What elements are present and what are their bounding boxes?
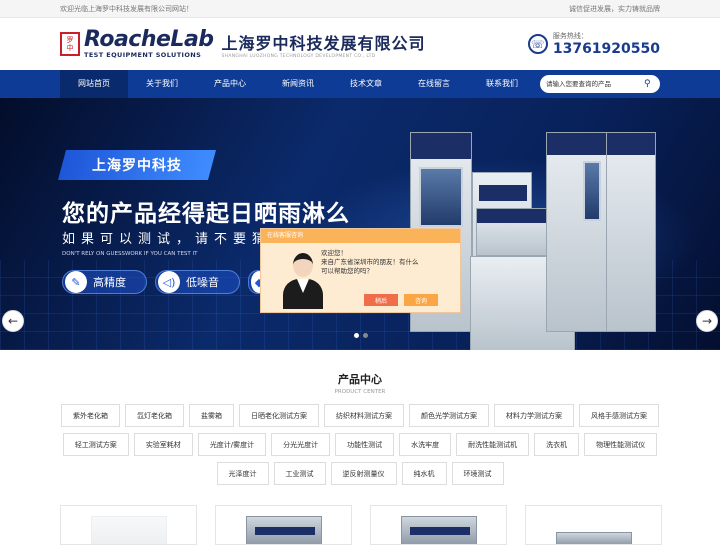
nav-item-contact[interactable]: 联系我们 — [468, 70, 536, 98]
hotline: ☏ 服务热线： 13761920550 — [527, 31, 660, 57]
product-tag[interactable]: 工业测试 — [273, 462, 326, 485]
feature-precision: ✎ 高精度 — [62, 270, 147, 294]
main-nav: 网站首页 关于我们 产品中心 新闻资讯 技术文章 在线留言 联系我们 ⚲ — [0, 70, 720, 98]
hotline-label: 服务热线： — [552, 32, 588, 40]
product-center-title: 产品中心 — [338, 373, 382, 386]
banner-english: DON'T RELY ON GUESSWORK IF YOU CAN TEST … — [62, 251, 198, 257]
product-tag[interactable]: 环境测试 — [451, 462, 504, 485]
product-card[interactable] — [525, 505, 662, 545]
product-tag[interactable]: 纯水机 — [401, 462, 447, 485]
product-tag[interactable]: 日晒老化测试方案 — [239, 404, 319, 427]
product-tag[interactable]: 光泽度计 — [216, 462, 269, 485]
product-tag[interactable]: 耐洗性能测试机 — [456, 433, 530, 456]
product-card[interactable] — [370, 505, 507, 545]
tag-row: 紫外老化箱 氙灯老化箱 盐雾箱 日晒老化测试方案 纺织材料测试方案 颜色光学测试方案 材料力… — [0, 404, 720, 427]
product-tag[interactable]: 轻工测试方案 — [62, 433, 129, 456]
search-box: ⚲ — [540, 75, 660, 93]
feature-label: 低噪音 — [186, 276, 219, 289]
chat-consult-button[interactable]: 咨询 — [404, 294, 438, 306]
product-tag[interactable]: 分光光度计 — [271, 433, 331, 456]
machine-image-5 — [546, 132, 608, 332]
hotline-number: 13761920550 — [552, 41, 660, 57]
agent-avatar — [279, 247, 327, 311]
banner-tag-text: 上海罗中科技 — [92, 158, 182, 174]
banner-tag: 上海罗中科技 — [57, 150, 217, 180]
chat-line-2: 可以帮助您的吗？ — [321, 267, 373, 275]
product-tag[interactable]: 材料力学测试方案 — [494, 404, 574, 427]
tag-row: 光泽度计 工业测试 逆反射测量仪 纯水机 环境测试 — [0, 462, 720, 485]
slide-dot[interactable] — [363, 333, 368, 338]
chat-message: 欢迎您！ 来自广东省深圳市的朋友！有什么 可以帮助您的吗？ — [321, 249, 451, 276]
search-input[interactable] — [546, 80, 644, 88]
feature-label: 高精度 — [93, 276, 126, 289]
phone-icon: ☏ — [527, 34, 548, 54]
slogan-text: 诚信促进发展，实力铸就品牌 — [569, 4, 660, 13]
next-slide-icon[interactable]: → — [696, 310, 718, 332]
product-tag[interactable]: 光度计/雾度计 — [197, 433, 267, 456]
seal-logo-icon: 罗中 — [60, 32, 80, 56]
product-tag[interactable]: 洗衣机 — [534, 433, 580, 456]
product-tag[interactable]: 颜色光学测试方案 — [409, 404, 489, 427]
site-header: 罗中 RoacheLab TEST EQUIPMENT SOLUTIONS 上海… — [0, 18, 720, 70]
slide-dot[interactable] — [354, 333, 359, 338]
product-tag[interactable]: 紫外老化箱 — [61, 404, 120, 427]
brand-name: RoacheLab — [84, 27, 214, 52]
feature-low-noise: ◁) 低噪音 — [155, 270, 240, 294]
tag-row: 轻工测试方案 实验室耗材 光度计/雾度计 分光光度计 功能性测试 水洗牢度 耐洗性能测试机洗… — [0, 433, 720, 456]
product-cards — [60, 505, 662, 545]
product-tag[interactable]: 实验室耗材 — [133, 433, 193, 456]
product-card[interactable] — [60, 505, 197, 545]
product-tag[interactable]: 纺织材料测试方案 — [324, 404, 404, 427]
search-icon[interactable]: ⚲ — [644, 79, 654, 89]
prev-slide-icon[interactable]: ← — [2, 310, 24, 332]
nav-item-news[interactable]: 新闻资讯 — [264, 70, 332, 98]
product-tag[interactable]: 氙灯老化箱 — [125, 404, 184, 427]
chat-greeting: 欢迎您！ — [321, 249, 347, 257]
nav-item-message[interactable]: 在线留言 — [400, 70, 468, 98]
product-tag[interactable]: 水洗牢度 — [399, 433, 452, 456]
top-bar: 欢迎光临上海罗中科技发展有限公司网站！ 诚信促进发展，实力铸就品牌 — [0, 0, 720, 18]
speaker-icon: ◁) — [158, 271, 180, 293]
brand-subtitle: TEST EQUIPMENT SOLUTIONS — [84, 51, 202, 59]
product-tag[interactable]: 盐雾箱 — [189, 404, 234, 427]
chat-later-button[interactable]: 稍后 — [364, 294, 398, 306]
banner-subtitle: 如果可以测试，请不要猜 — [62, 232, 272, 247]
chat-header: 在线客服咨询 — [261, 229, 460, 243]
nav-item-home[interactable]: 网站首页 — [60, 70, 128, 98]
banner-title: 您的产品经得起日晒雨淋么 — [62, 201, 350, 227]
slide-dots — [354, 333, 368, 338]
chat-line-1: 来自广东省深圳市的朋友！有什么 — [321, 258, 419, 266]
chat-popup: 在线客服咨询 欢迎您！ 来自广东省深圳市的朋友！有什么 可以帮助您的吗？ 稍后 … — [260, 228, 461, 313]
company-name-en: SHANGHAI LUOZHONG TECHNOLOGY DEVELOPMENT… — [221, 53, 376, 59]
product-card[interactable] — [215, 505, 352, 545]
company-name: 上海罗中科技发展有限公司 — [221, 33, 426, 53]
nav-item-articles[interactable]: 技术文章 — [332, 70, 400, 98]
product-tag[interactable]: 风格手感测试方案 — [579, 404, 659, 427]
welcome-text: 欢迎光临上海罗中科技发展有限公司网站！ — [60, 4, 193, 13]
machine-image-6 — [606, 132, 656, 332]
product-tags: 紫外老化箱 氙灯老化箱 盐雾箱 日晒老化测试方案 纺织材料测试方案 颜色光学测试方案 材料力… — [0, 404, 720, 491]
machine-image-3 — [476, 208, 556, 256]
logo[interactable]: 罗中 RoacheLab TEST EQUIPMENT SOLUTIONS 上海… — [60, 29, 426, 59]
product-tag[interactable]: 功能性测试 — [335, 433, 395, 456]
nav-item-about[interactable]: 关于我们 — [128, 70, 196, 98]
product-center-subtitle: PRODUCT CENTER — [334, 389, 386, 395]
product-tag[interactable]: 物理性能测试仪 — [584, 433, 658, 456]
product-tag[interactable]: 逆反射测量仪 — [330, 462, 397, 485]
nav-item-products[interactable]: 产品中心 — [196, 70, 264, 98]
brush-icon: ✎ — [65, 271, 87, 293]
